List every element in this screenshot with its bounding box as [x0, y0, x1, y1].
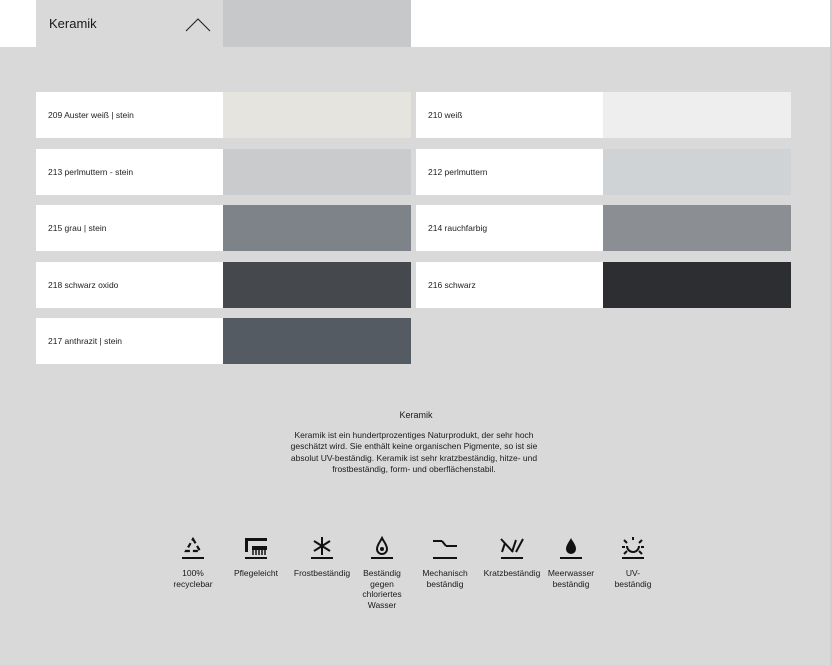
- accordion-swatch: [223, 0, 411, 47]
- color-tile[interactable]: 218 schwarz oxido: [36, 262, 411, 308]
- tile-label: 209 Auster weiß | stein: [36, 92, 223, 138]
- tile-label: 215 grau | stein: [36, 205, 223, 251]
- chevron-up-icon: [185, 18, 211, 32]
- tile-label: 217 anthrazit | stein: [36, 318, 223, 364]
- tile-swatch: [603, 205, 791, 251]
- tile-swatch: [603, 149, 791, 195]
- tile-label: 218 schwarz oxido: [36, 262, 223, 308]
- easy-care-icon: [245, 538, 267, 559]
- color-tile[interactable]: 213 perlmuttern - stein: [36, 149, 411, 195]
- feature-label: UV- beständig: [614, 568, 652, 589]
- info-title: Keramik: [399, 410, 433, 420]
- tile-swatch: [603, 92, 791, 138]
- tile-swatch: [223, 205, 411, 251]
- tile-swatch: [603, 262, 791, 308]
- feature-item: Pflegeleicht: [219, 534, 293, 579]
- color-tile[interactable]: 210 weiß: [416, 92, 791, 138]
- mechanical-icon: [433, 540, 457, 559]
- tile-swatch: [223, 92, 411, 138]
- seawater-icon: [560, 538, 582, 559]
- tile-label: 214 rauchfarbig: [416, 205, 603, 251]
- tile-label: 210 weiß: [416, 92, 603, 138]
- tile-label: 213 perlmuttern - stein: [36, 149, 223, 195]
- accordion-header-keramik[interactable]: Keramik: [36, 0, 223, 47]
- feature-label: Pflegeleicht: [234, 568, 278, 578]
- feature-item: UV- beständig: [596, 534, 670, 589]
- chlorine-water-icon: [371, 535, 393, 559]
- color-tile[interactable]: 212 perlmuttern: [416, 149, 791, 195]
- frost-icon: [311, 537, 333, 559]
- color-tile[interactable]: 217 anthrazit | stein: [36, 318, 411, 364]
- color-tile[interactable]: 216 schwarz: [416, 262, 791, 308]
- color-tile[interactable]: 209 Auster weiß | stein: [36, 92, 411, 138]
- tile-label: 212 perlmuttern: [416, 149, 603, 195]
- tile-label: 216 schwarz: [416, 262, 603, 308]
- tile-swatch: [223, 318, 411, 364]
- scratch-icon: [500, 538, 524, 559]
- feature-item: Mechanisch beständig: [408, 534, 482, 589]
- uv-icon: [622, 537, 644, 559]
- color-tile[interactable]: 214 rauchfarbig: [416, 205, 791, 251]
- recycle-icon: [182, 536, 204, 559]
- tile-swatch: [223, 149, 411, 195]
- tile-swatch: [223, 262, 411, 308]
- accordion-title: Keramik: [49, 16, 97, 31]
- color-tile[interactable]: 215 grau | stein: [36, 205, 411, 251]
- info-text: Keramik ist ein hundertprozentiges Natur…: [290, 430, 538, 475]
- feature-label: Mechanisch beständig: [422, 568, 468, 589]
